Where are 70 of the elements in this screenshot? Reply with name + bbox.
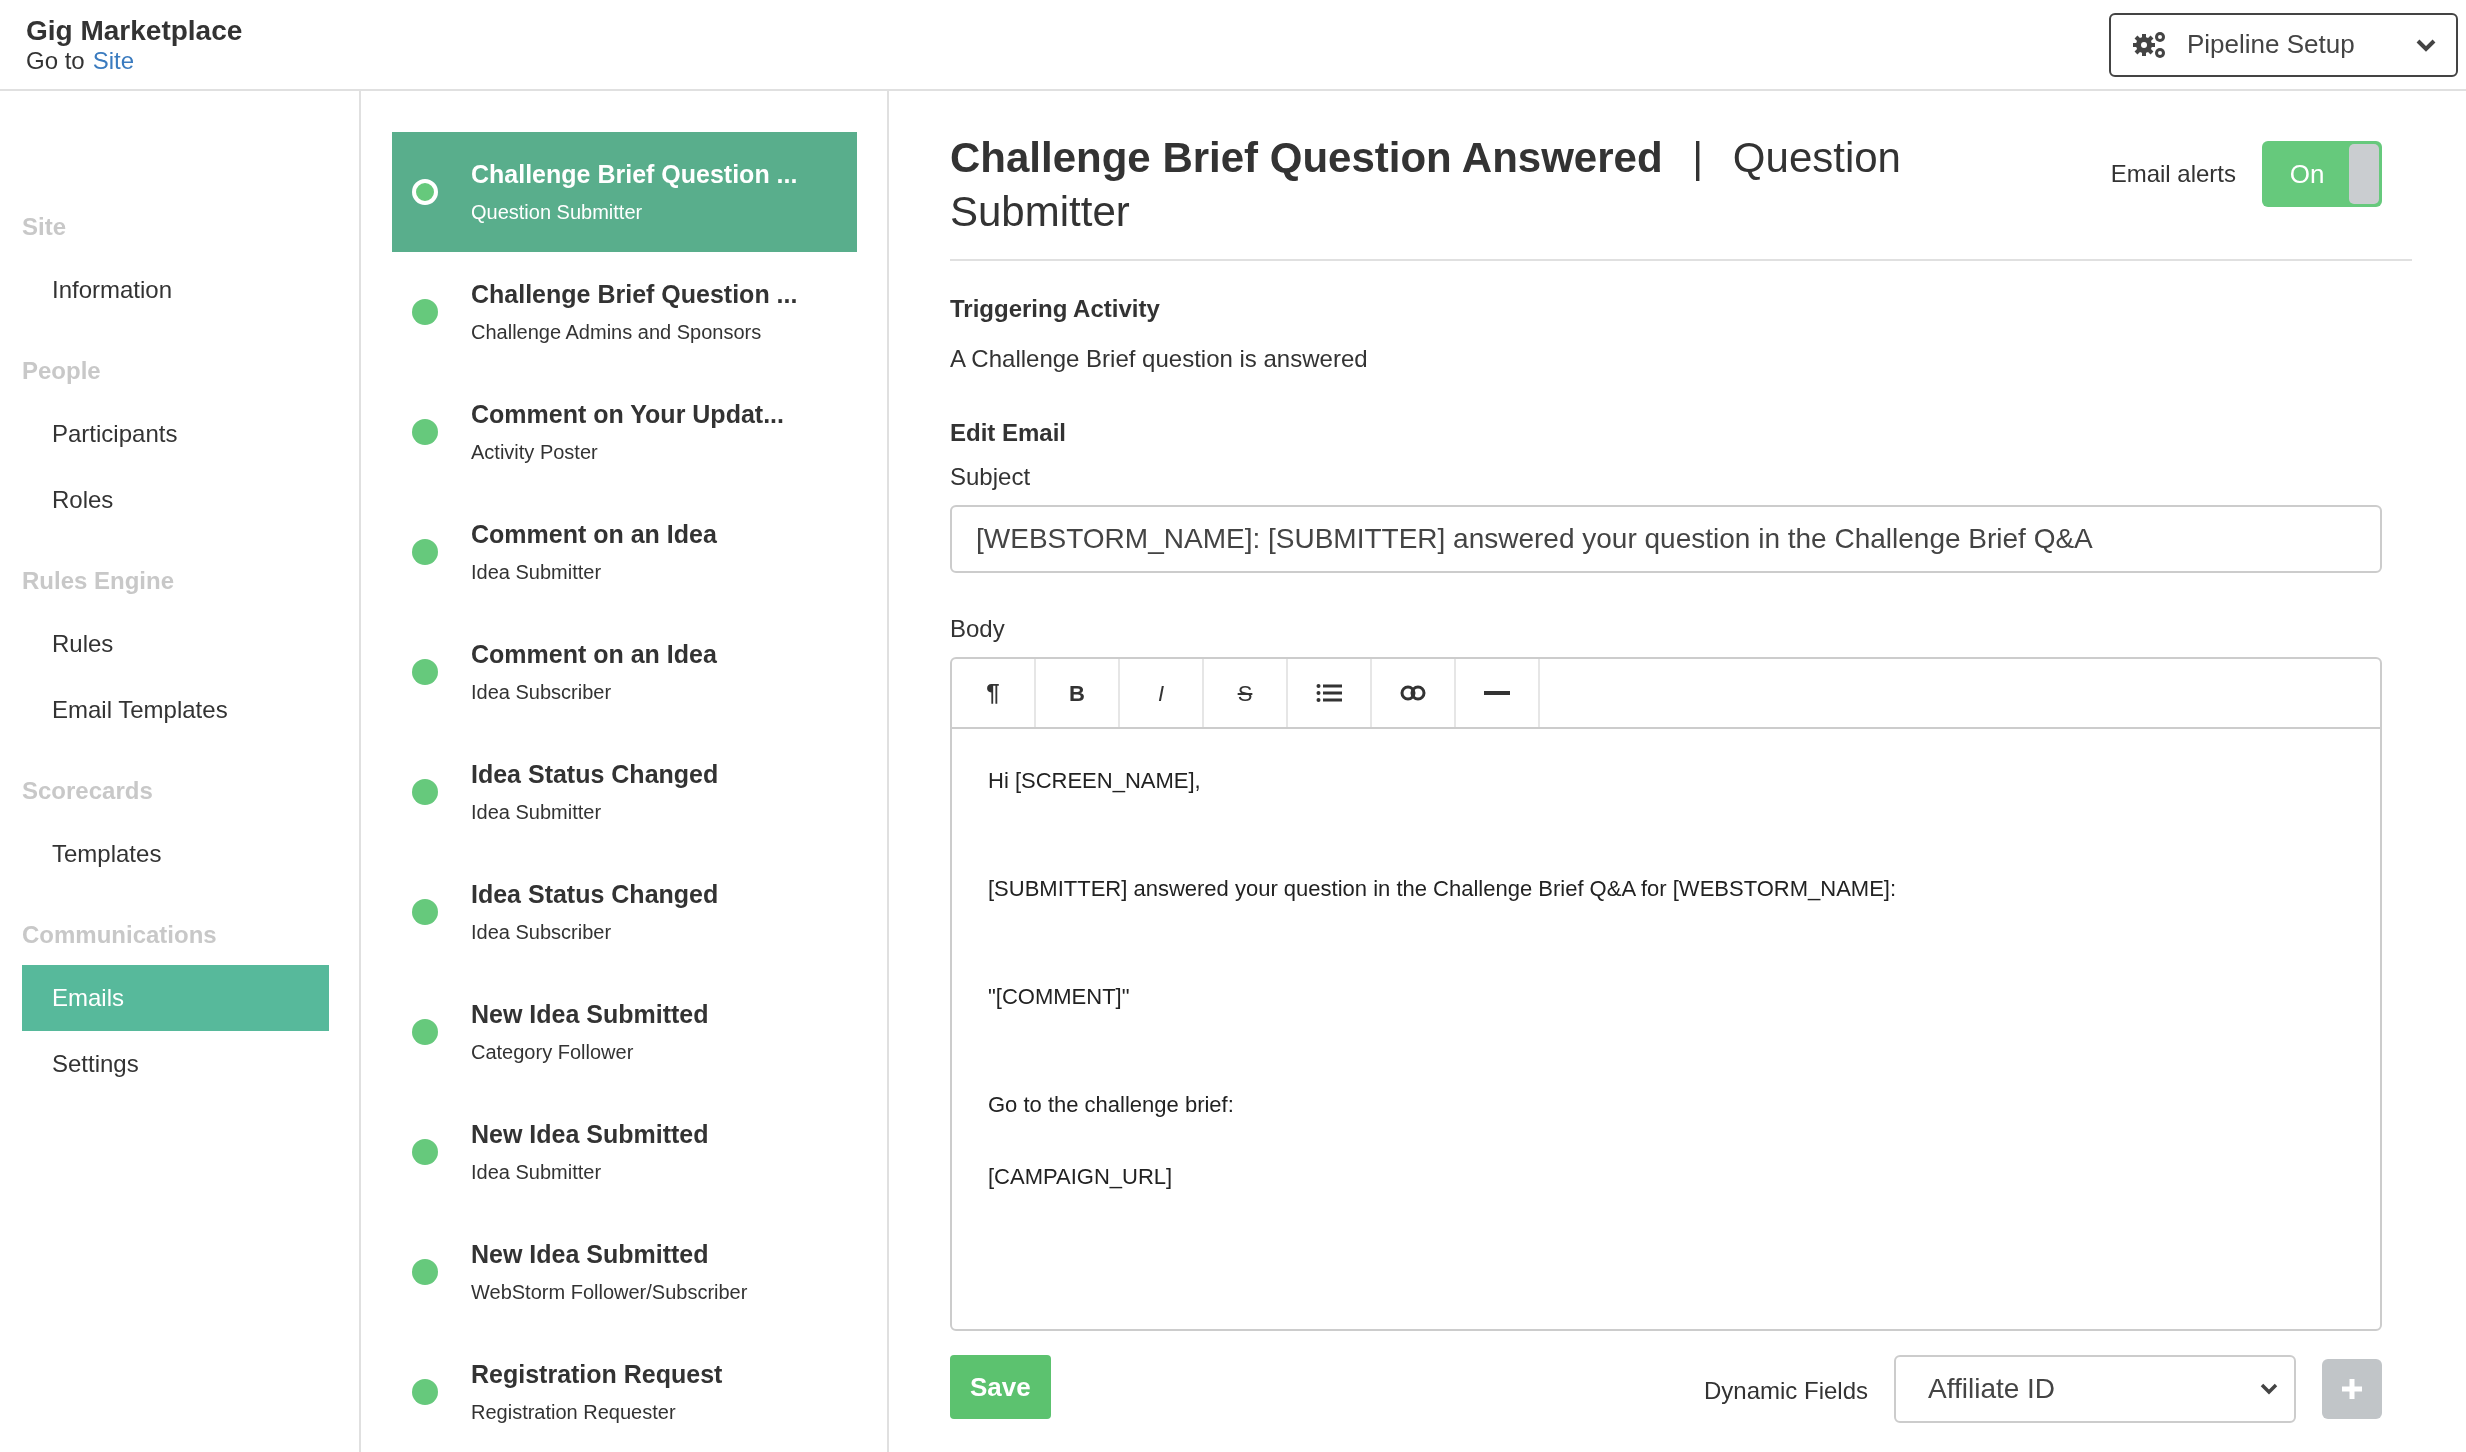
bold-button[interactable]: B [1036, 659, 1120, 727]
subject-field[interactable]: [WEBSTORM_NAME]: [SUBMITTER] answered your question in the Challenge Brief Q&A [950, 505, 2382, 573]
plus-icon [2340, 1377, 2364, 1401]
sidebar-item[interactable]: Information [22, 257, 329, 323]
email-title: Challenge Brief Question Answered | Question Submitter [950, 133, 1902, 237]
email-template-title: Comment on an Idea [471, 519, 717, 549]
italic-button[interactable]: I [1120, 659, 1204, 727]
email-template-item[interactable]: Registration Request Registration Requester [392, 1332, 857, 1452]
email-template-item[interactable]: Comment on an Idea Idea Subscriber [392, 612, 857, 732]
body-text-line: Go to the challenge brief: [988, 1091, 1235, 1119]
body-editor[interactable]: ¶ B I S Hi [SCREEN_NAME], [SUBMITTER] answered your question in the Challenge Brief Q&A for [WEBSTORM_NAME]: "[COMMENT]" Go to the challenge brief: [CAMPAIGN_URL] [950, 657, 2382, 1331]
sidebar-item[interactable]: Roles [22, 467, 329, 533]
subject-label: Subject [950, 462, 1032, 492]
email-template-title: Challenge Brief Question ... [471, 159, 798, 189]
email-template-item[interactable]: Comment on Your Updat... Activity Poster [392, 372, 857, 492]
chevron-down-icon [2416, 37, 2436, 52]
sidebar-item[interactable]: Email Templates [22, 677, 329, 743]
email-template-title: Idea Status Changed [471, 879, 719, 909]
strike-button[interactable]: S [1204, 659, 1288, 727]
email-alerts-label: Email alerts [2110, 159, 2236, 189]
email-template-item[interactable]: New Idea Submitted Category Follower [392, 972, 857, 1092]
email-template-recipient: Category Follower [471, 1040, 635, 1065]
email-template-item[interactable]: New Idea Submitted WebStorm Follower/Subscriber [392, 1212, 857, 1332]
email-template-recipient: Challenge Admins and Sponsors [471, 320, 763, 345]
section-heading: Triggering Activity [950, 294, 1161, 324]
dynamic-fields-label: Dynamic Fields [1703, 1376, 1868, 1406]
body-text-line: [SUBMITTER] answered your question in the Challenge Brief Q&A for [WEBSTORM_NAME]: [988, 875, 1898, 903]
dynamic-fields-select[interactable]: Affiliate ID [1894, 1355, 2296, 1423]
body-text-line: Hi [SCREEN_NAME], [988, 767, 1202, 795]
sidebar-item[interactable]: Rules [22, 611, 329, 677]
email-template-title: New Idea Submitted [471, 1239, 710, 1269]
email-template-recipient: Idea Submitter [471, 1160, 603, 1185]
email-template-title: New Idea Submitted [471, 1119, 709, 1149]
email-template-item[interactable]: New Idea Submitted Idea Submitter [392, 1092, 857, 1212]
chevron-down-icon [2260, 1383, 2278, 1395]
email-template-title: Comment on an Idea [471, 639, 717, 669]
go-to-label: Go to [26, 46, 85, 75]
triggering-activity-text: A Challenge Brief question is answered [950, 344, 1369, 374]
site-title: Gig Marketplace [26, 14, 243, 47]
email-template-recipient: Idea Subscriber [471, 680, 613, 705]
email-template-item[interactable]: Challenge Brief Question ... Challenge Admins and Sponsors [392, 252, 857, 372]
email-template-recipient: WebStorm Follower/Subscriber [471, 1280, 748, 1305]
email-template-recipient: Activity Poster [471, 440, 599, 465]
pipeline-setup-dropdown[interactable]: Pipeline Setup [2109, 12, 2458, 77]
email-template-recipient: Idea Submitter [471, 560, 603, 585]
email-template-title: Idea Status Changed [471, 759, 719, 789]
sidebar-item[interactable]: Templates [22, 821, 329, 887]
site-link[interactable]: Site [92, 46, 135, 75]
body-text-line: "[COMMENT]" [988, 983, 1131, 1011]
email-template-recipient: Idea Subscriber [471, 920, 613, 945]
email-template-title: Comment on Your Updat... [471, 399, 784, 429]
gears-icon [2131, 29, 2167, 60]
email-template-title: Registration Request [471, 1359, 723, 1389]
section-heading: Edit Email [950, 418, 1068, 448]
paragraph-button[interactable]: ¶ [952, 659, 1036, 727]
email-template-recipient: Idea Submitter [471, 800, 603, 825]
email-template-title: New Idea Submitted [471, 999, 709, 1029]
link-icon [1400, 685, 1426, 701]
email-template-title: Challenge Brief Question ... [471, 279, 798, 309]
add-field-button[interactable] [2322, 1359, 2382, 1419]
sidebar-item[interactable]: Participants [22, 401, 329, 467]
email-template-item[interactable]: Idea Status Changed Idea Subscriber [392, 852, 857, 972]
email-template-recipient: Registration Requester [471, 1400, 677, 1425]
body-text-line: [CAMPAIGN_URL] [988, 1163, 1174, 1191]
sidebar-item[interactable]: Settings [22, 1031, 329, 1097]
list-icon [1316, 683, 1342, 703]
email-template-item[interactable]: Idea Status Changed Idea Submitter [392, 732, 857, 852]
email-template-item[interactable]: Comment on an Idea Idea Submitter [392, 492, 857, 612]
email-template-recipient: Question Submitter [471, 200, 644, 225]
body-label: Body [950, 614, 1006, 644]
